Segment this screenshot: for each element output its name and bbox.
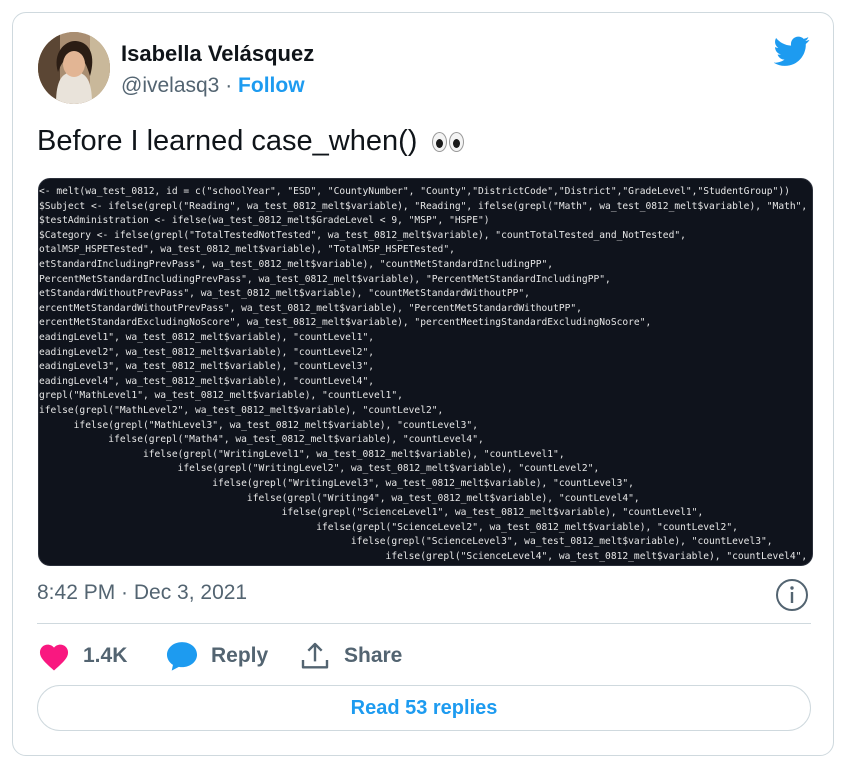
- tweet-card: Isabella Velásquez @ivelasq3 · Follow Be…: [12, 12, 834, 756]
- code-line: ifelse(grepl("ScienceLevel2", wa_test_08…: [39, 521, 738, 533]
- info-icon[interactable]: [775, 578, 809, 612]
- code-line: ifelse(grepl("Math4", wa_test_0812_melt$…: [39, 434, 484, 446]
- author-handle-row: @ivelasq3 · Follow: [121, 74, 305, 98]
- code-line: eadingLevel2", wa_test_0812_melt$variabl…: [39, 346, 375, 358]
- code-line: ifelse(grepl("Writing4", wa_test_0812_me…: [39, 492, 640, 504]
- divider: [37, 623, 811, 624]
- code-line: eadingLevel4", wa_test_0812_melt$variabl…: [39, 375, 375, 387]
- code-line: otalMSP_HSPETested", wa_test_0812_melt$v…: [39, 244, 455, 256]
- code-screenshot-image[interactable]: <- melt(wa_test_0812, id = c("schoolYear…: [38, 178, 813, 566]
- reply-button[interactable]: Reply: [165, 639, 268, 673]
- like-count: 1.4K: [83, 644, 128, 667]
- heart-icon: [39, 644, 69, 671]
- code-line: grepl("MathLevel1", wa_test_0812_melt$va…: [39, 390, 403, 402]
- follow-button[interactable]: Follow: [238, 74, 305, 97]
- speech-bubble-icon: [166, 642, 198, 671]
- tweet-timestamp[interactable]: 8:42 PM · Dec 3, 2021: [37, 581, 247, 605]
- tweet-body: Before I learned case_when(): [37, 125, 418, 157]
- code-line: ifelse(grepl("ScienceLevel1", wa_test_08…: [39, 507, 704, 519]
- author-name[interactable]: Isabella Velásquez: [121, 41, 314, 67]
- code-line: ercentMetStandardExcludingNoScore", wa_t…: [39, 317, 652, 329]
- avatar[interactable]: [38, 32, 110, 104]
- tweet-text: Before I learned case_when(): [37, 125, 464, 158]
- handle-separator: ·: [219, 74, 239, 97]
- code-line: ifelse(grepl("MathLevel2", wa_test_0812_…: [39, 405, 444, 416]
- code-line: ifelse(grepl("ScienceLevel4", wa_test_08…: [39, 551, 808, 562]
- code-line: ifelse(grepl("WritingLevel1", wa_test_08…: [39, 448, 565, 460]
- like-button[interactable]: 1.4K: [37, 639, 127, 673]
- twitter-bird-icon[interactable]: [773, 33, 810, 69]
- code-line: ifelse(grepl("ScienceLevel3", wa_test_08…: [39, 536, 773, 548]
- share-label: Share: [344, 644, 403, 667]
- reply-label: Reply: [211, 644, 269, 667]
- read-replies-button[interactable]: Read 53 replies: [37, 685, 811, 731]
- code-line: etStandardIncludingPrevPass", wa_test_08…: [39, 259, 554, 270]
- code-line: eadingLevel1", wa_test_0812_melt$variabl…: [39, 332, 375, 343]
- code-line: $Subject <- ifelse(grepl("Reading", wa_t…: [39, 200, 813, 212]
- code-line: ifelse(grepl("MathLevel3", wa_test_0812_…: [39, 419, 478, 431]
- code-line: ifelse(grepl("WritingLevel2", wa_test_08…: [39, 463, 600, 475]
- code-line: PercentMetStandardIncludingPrevPass", wa…: [39, 273, 611, 285]
- code-line: $testAdministration <- ifelse(wa_test_08…: [39, 215, 490, 227]
- share-button[interactable]: Share: [298, 639, 402, 673]
- code-line: etStandardWithoutPrevPass", wa_test_0812…: [39, 288, 530, 300]
- code-line: ercentMetStandardWithoutPrevPass", wa_te…: [39, 302, 582, 314]
- code-line: $Category <- ifelse(grepl("TotalTestedNo…: [39, 229, 686, 241]
- code-line: ifelse(grepl("WritingLevel3", wa_test_08…: [39, 478, 634, 489]
- code-line: eadingLevel3", wa_test_0812_melt$variabl…: [39, 361, 375, 373]
- code-line: <- melt(wa_test_0812, id = c("schoolYear…: [39, 186, 790, 197]
- share-upload-icon: [301, 642, 329, 669]
- eyes-emoji-icon: [431, 132, 464, 153]
- author-handle[interactable]: @ivelasq3: [121, 74, 219, 97]
